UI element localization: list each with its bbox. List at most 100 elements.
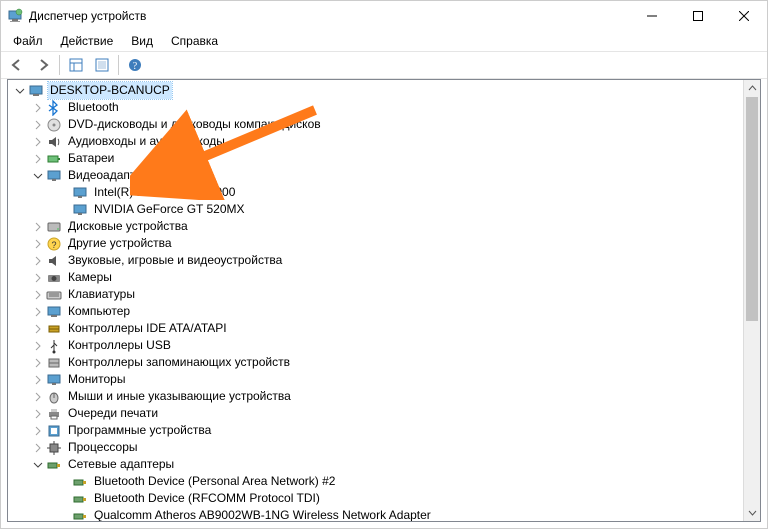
tree-node-ide[interactable]: Контроллеры IDE ATA/ATAPI [8, 320, 743, 337]
scroll-track[interactable] [744, 97, 760, 504]
tree-node-other[interactable]: ? Другие устройства [8, 235, 743, 252]
expander-icon[interactable] [30, 372, 46, 388]
refresh-button[interactable] [90, 53, 114, 77]
tree-node-bt-rfcomm[interactable]: Bluetooth Device (RFCOMM Protocol TDI) [8, 490, 743, 507]
tree-node-label: Сетевые адаптеры [66, 456, 176, 473]
menu-action[interactable]: Действие [53, 32, 122, 50]
network-adapter-icon [72, 491, 88, 507]
vertical-scrollbar[interactable] [743, 80, 760, 521]
tree-node-label: DESKTOP-BCANUCP [48, 82, 172, 99]
device-tree[interactable]: DESKTOP-BCANUCP Bluetooth DVD-дисководы … [8, 80, 743, 521]
tree-node-label: Камеры [66, 269, 114, 286]
tree-node-network[interactable]: Сетевые адаптеры [8, 456, 743, 473]
expander-icon[interactable] [30, 151, 46, 167]
disc-drive-icon [46, 117, 62, 133]
expander-spacer [56, 491, 72, 507]
expander-icon[interactable] [30, 236, 46, 252]
tree-node-label: Очереди печати [66, 405, 160, 422]
expander-icon[interactable] [30, 355, 46, 371]
close-button[interactable] [721, 1, 767, 31]
computer-icon [28, 83, 44, 99]
scroll-down-button[interactable] [744, 504, 760, 521]
expander-icon[interactable] [30, 440, 46, 456]
menu-help[interactable]: Справка [163, 32, 226, 50]
tree-node-software[interactable]: Программные устройства [8, 422, 743, 439]
tree-node-label: NVIDIA GeForce GT 520MX [92, 201, 247, 218]
scroll-thumb[interactable] [746, 97, 758, 321]
expander-icon[interactable] [30, 304, 46, 320]
expander-icon[interactable] [30, 321, 46, 337]
tree-node-nvidia[interactable]: NVIDIA GeForce GT 520MX [8, 201, 743, 218]
tree-node-print-queues[interactable]: Очереди печати [8, 405, 743, 422]
expander-icon[interactable] [30, 338, 46, 354]
forward-button[interactable] [31, 53, 55, 77]
tree-node-label: Программные устройства [66, 422, 213, 439]
expander-icon[interactable] [30, 457, 46, 473]
expander-icon[interactable] [12, 83, 28, 99]
tree-node-bluetooth[interactable]: Bluetooth [8, 99, 743, 116]
tree-node-storage-controllers[interactable]: Контроллеры запоминающих устройств [8, 354, 743, 371]
expander-icon[interactable] [30, 219, 46, 235]
app-icon [7, 8, 23, 24]
tree-node-label: Батареи [66, 150, 116, 167]
tree-node-label: Другие устройства [66, 235, 174, 252]
tree-node-atheros[interactable]: Qualcomm Atheros AB9002WB-1NG Wireless N… [8, 507, 743, 521]
tree-node-cpu[interactable]: Процессоры [8, 439, 743, 456]
audio-icon [46, 134, 62, 150]
expander-icon[interactable] [30, 168, 46, 184]
tree-node-dvd[interactable]: DVD-дисководы и дисководы компакт-дисков [8, 116, 743, 133]
tree-node-sound[interactable]: Звуковые, игровые и видеоустройства [8, 252, 743, 269]
tree-node-mice[interactable]: Мыши и иные указывающие устройства [8, 388, 743, 405]
expander-icon[interactable] [30, 117, 46, 133]
expander-icon[interactable] [30, 406, 46, 422]
tree-node-audio-io[interactable]: Аудиовходы и аудиовыходы [8, 133, 743, 150]
tree-node-label: Intel(R) HD Graphics 3000 [92, 184, 237, 201]
network-adapter-icon [46, 457, 62, 473]
expander-spacer [56, 185, 72, 201]
toolbar-separator [118, 55, 119, 75]
tree-node-bt-pan[interactable]: Bluetooth Device (Personal Area Network)… [8, 473, 743, 490]
keyboard-icon [46, 287, 62, 303]
tree-node-label: Контроллеры запоминающих устройств [66, 354, 292, 371]
expander-spacer [56, 202, 72, 218]
expander-icon[interactable] [30, 389, 46, 405]
menu-file[interactable]: Файл [5, 32, 51, 50]
expander-icon[interactable] [30, 100, 46, 116]
tree-node-computer[interactable]: Компьютер [8, 303, 743, 320]
tree-node-label: Контроллеры IDE ATA/ATAPI [66, 320, 229, 337]
expander-icon[interactable] [30, 134, 46, 150]
expander-icon[interactable] [30, 270, 46, 286]
tree-node-cameras[interactable]: Камеры [8, 269, 743, 286]
expander-icon[interactable] [30, 253, 46, 269]
tree-node-label: DVD-дисководы и дисководы компакт-дисков [66, 116, 323, 133]
tree-node-disk[interactable]: Дисковые устройства [8, 218, 743, 235]
tree-node-label: Процессоры [66, 439, 140, 456]
monitor-icon [46, 372, 62, 388]
scroll-up-button[interactable] [744, 80, 760, 97]
tree-node-video-adapters[interactable]: Видеоадаптеры [8, 167, 743, 184]
tree-node-usb[interactable]: Контроллеры USB [8, 337, 743, 354]
tree-node-label: Контроллеры USB [66, 337, 173, 354]
tree-node-keyboards[interactable]: Клавиатуры [8, 286, 743, 303]
display-adapter-icon [72, 185, 88, 201]
menu-view[interactable]: Вид [123, 32, 161, 50]
expander-icon[interactable] [30, 287, 46, 303]
tree-node-intel-hd[interactable]: Intel(R) HD Graphics 3000 [8, 184, 743, 201]
tree-node-root[interactable]: DESKTOP-BCANUCP [8, 82, 743, 99]
maximize-button[interactable] [675, 1, 721, 31]
show-hide-tree-button[interactable] [64, 53, 88, 77]
expander-spacer [56, 508, 72, 522]
tree-node-batteries[interactable]: Батареи [8, 150, 743, 167]
back-button[interactable] [5, 53, 29, 77]
help-button[interactable]: ? [123, 53, 147, 77]
svg-text:?: ? [133, 61, 138, 72]
expander-icon[interactable] [30, 423, 46, 439]
network-adapter-icon [72, 474, 88, 490]
minimize-button[interactable] [629, 1, 675, 31]
cpu-icon [46, 440, 62, 456]
bluetooth-icon [46, 100, 62, 116]
tree-node-monitors[interactable]: Мониторы [8, 371, 743, 388]
camera-icon [46, 270, 62, 286]
window-buttons [629, 1, 767, 31]
window-title: Диспетчер устройств [29, 9, 629, 23]
